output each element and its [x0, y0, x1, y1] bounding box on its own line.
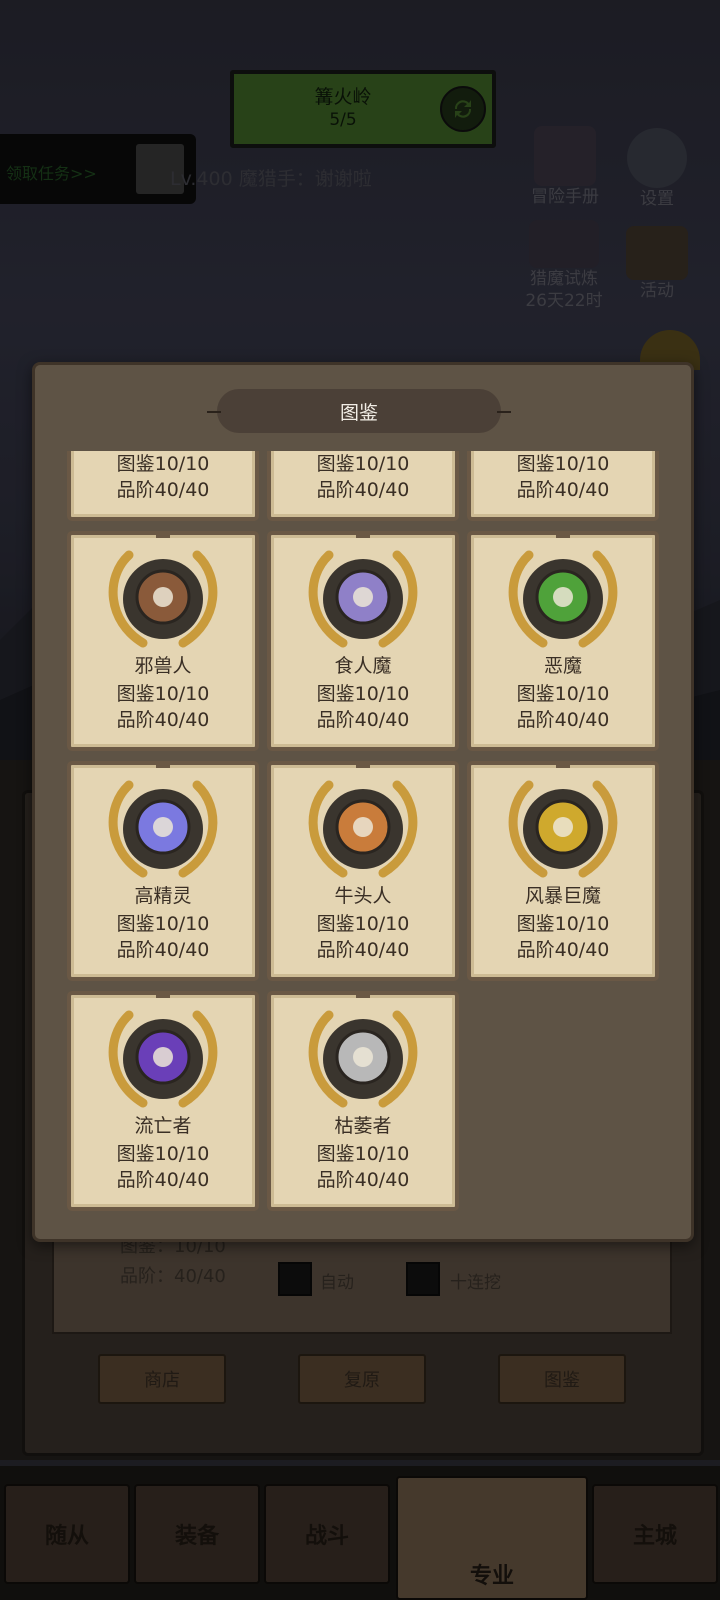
- card-name: 高精灵: [134, 885, 192, 907]
- codex-card[interactable]: 风暴巨魔图鉴10/10 品阶40/40: [467, 761, 659, 981]
- card-notch: [555, 531, 570, 538]
- codex-grid-scroll[interactable]: 螳螂妖图鉴10/10品阶40/40古魔图鉴10/10品阶40/40鸦人图鉴10/…: [67, 451, 661, 1215]
- card-notch: [155, 761, 170, 768]
- card-grade: 品阶40/40: [316, 1169, 410, 1191]
- card-collect: 图鉴10/10: [316, 683, 410, 705]
- tauren-emblem-icon: [308, 780, 418, 878]
- card-collect: 图鉴10/10: [316, 453, 410, 475]
- card-grade: 品阶40/40: [316, 479, 410, 501]
- card-grade: 品阶40/40: [116, 1169, 210, 1191]
- codex-card[interactable]: 枯萎者图鉴10/10 品阶40/40: [267, 991, 459, 1211]
- card-grade: 品阶40/40: [316, 939, 410, 961]
- card-grade: 品阶40/40: [116, 709, 210, 731]
- card-grade: 品阶40/40: [516, 709, 610, 731]
- card-name: 风暴巨魔: [524, 885, 601, 907]
- card-name: 枯萎者: [334, 1115, 392, 1137]
- card-notch: [155, 991, 170, 998]
- storm-emblem-icon: [508, 780, 618, 878]
- card-notch: [155, 531, 170, 538]
- codex-modal: 图鉴 螳螂妖图鉴10/10品阶40/40古魔图鉴10/10品阶40/40鸦人图鉴…: [32, 362, 694, 1242]
- moon-emblem-icon: [108, 780, 218, 878]
- card-notch: [555, 761, 570, 768]
- codex-card[interactable]: 邪兽人图鉴10/10 品阶40/40: [67, 531, 259, 751]
- card-name: 恶魔: [543, 655, 582, 677]
- codex-card[interactable]: 牛头人图鉴10/10 品阶40/40: [267, 761, 459, 981]
- card-notch: [355, 761, 370, 768]
- shield-emblem-icon: [108, 550, 218, 648]
- card-grade: 品阶40/40: [116, 939, 210, 961]
- ogre-emblem-icon: [308, 550, 418, 648]
- card-collect: 图鉴10/10: [116, 453, 210, 475]
- card-name: 流亡者: [134, 1115, 192, 1137]
- card-grade: 品阶40/40: [516, 479, 610, 501]
- modal-title: 图鉴: [207, 389, 511, 433]
- card-collect: 图鉴10/10: [516, 913, 610, 935]
- card-collect: 图鉴10/10: [116, 1143, 210, 1165]
- card-notch: [355, 531, 370, 538]
- card-name: 邪兽人: [134, 655, 192, 677]
- card-grade: 品阶40/40: [516, 939, 610, 961]
- codex-card[interactable]: 食人魔图鉴10/10 品阶40/40: [267, 531, 459, 751]
- codex-card[interactable]: 恶魔图鉴10/10 品阶40/40: [467, 531, 659, 751]
- card-collect: 图鉴10/10: [116, 683, 210, 705]
- card-collect: 图鉴10/10: [316, 913, 410, 935]
- card-collect: 图鉴10/10: [316, 1143, 410, 1165]
- withered-emblem-icon: [308, 1010, 418, 1108]
- codex-card[interactable]: 螳螂妖图鉴10/10品阶40/40: [67, 451, 259, 521]
- codex-card[interactable]: 流亡者图鉴10/10 品阶40/40: [67, 991, 259, 1211]
- card-grade: 品阶40/40: [116, 479, 210, 501]
- card-collect: 图鉴10/10: [516, 453, 610, 475]
- card-notch: [355, 991, 370, 998]
- card-collect: 图鉴10/10: [516, 683, 610, 705]
- demon-emblem-icon: [508, 550, 618, 648]
- card-grade: 品阶40/40: [316, 709, 410, 731]
- codex-card[interactable]: 古魔图鉴10/10品阶40/40: [267, 451, 459, 521]
- card-name: 牛头人: [334, 885, 392, 907]
- card-name: 食人魔: [334, 655, 392, 677]
- exile-emblem-icon: [108, 1010, 218, 1108]
- codex-card[interactable]: 鸦人图鉴10/10品阶40/40: [467, 451, 659, 521]
- card-collect: 图鉴10/10: [116, 913, 210, 935]
- codex-card[interactable]: 高精灵图鉴10/10 品阶40/40: [67, 761, 259, 981]
